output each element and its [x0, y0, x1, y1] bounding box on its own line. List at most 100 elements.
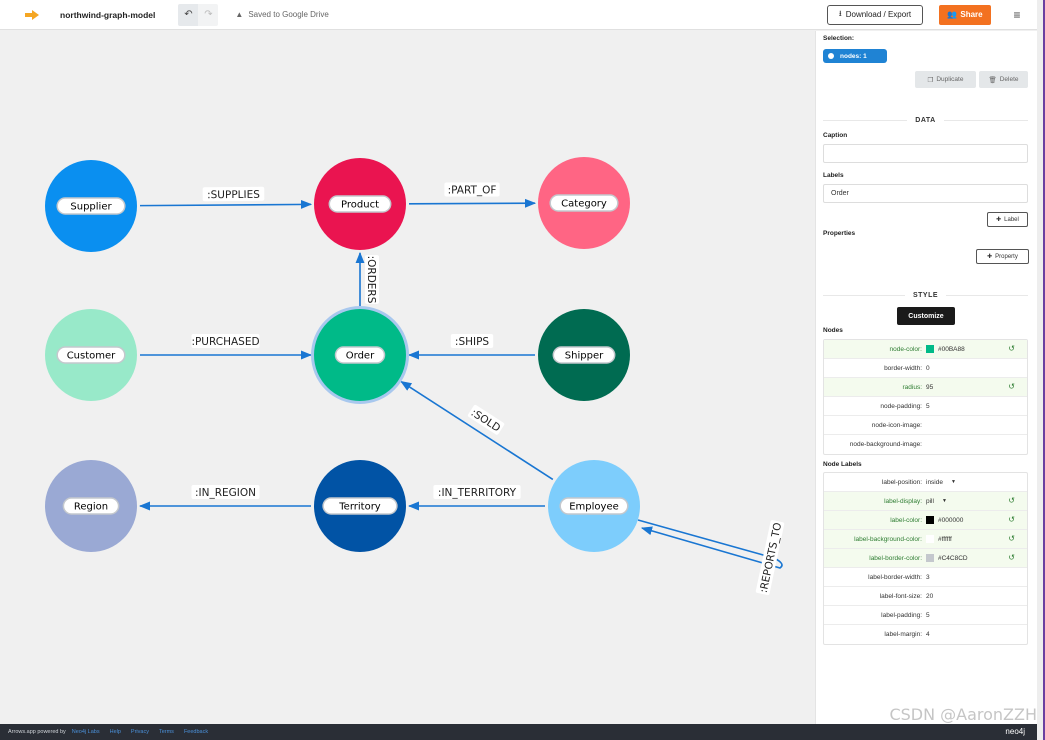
label-style-row[interactable]: label-border-width: 3	[824, 568, 1027, 587]
color-swatch[interactable]	[926, 535, 934, 543]
page-scrollbar[interactable]	[1037, 0, 1045, 740]
label-style-value[interactable]: pill ▼	[926, 498, 947, 505]
relationship-supplies-label[interactable]: :SUPPLIES	[202, 186, 265, 202]
delete-button[interactable]: 🗑 Delete	[979, 71, 1028, 88]
node-order[interactable]: Order	[311, 306, 409, 404]
color-swatch[interactable]	[926, 345, 934, 353]
reset-icon[interactable]: ↺	[1008, 534, 1015, 543]
node-product[interactable]: Product	[314, 158, 406, 250]
label-style-value[interactable]: #C4C8CD	[926, 554, 968, 562]
node-label-text: Region	[74, 502, 108, 513]
duplicate-icon: ❐	[927, 76, 934, 84]
caption-label: Caption	[823, 132, 848, 139]
help-link[interactable]: Help	[110, 729, 121, 735]
relationship-purchased-label[interactable]: :PURCHASED	[191, 334, 260, 348]
node-style-value[interactable]: 0	[926, 365, 930, 372]
node-style-row[interactable]: node-icon-image:	[824, 416, 1027, 435]
graph-canvas[interactable]: :SUPPLIES :PART_OF :ORDERS :PURCHASED :SHIPS…	[0, 31, 815, 724]
node-shipper[interactable]: Shipper	[538, 309, 630, 401]
privacy-link[interactable]: Privacy	[131, 729, 149, 735]
duplicate-button[interactable]: ❐ Duplicate	[915, 71, 976, 88]
node-customer[interactable]: Customer	[45, 309, 137, 401]
label-style-row[interactable]: label-font-size: 20	[824, 587, 1027, 606]
terms-link[interactable]: Terms	[159, 729, 174, 735]
relationship-ships-label[interactable]: :SHIPS	[450, 334, 494, 348]
relationship-in-region-label[interactable]: :IN_REGION	[191, 485, 260, 499]
add-label-button[interactable]: ✚ Label	[987, 212, 1028, 227]
add-property-button[interactable]: ✚ Property	[976, 249, 1029, 264]
node-label-text: Order	[346, 351, 375, 362]
node-style-value[interactable]: #00BA88	[926, 345, 965, 353]
node-style-row[interactable]: node-background-image:	[824, 435, 1027, 454]
node-territory[interactable]: Territory	[314, 460, 406, 552]
label-style-row[interactable]: label-color: #000000 ↺	[824, 511, 1027, 530]
label-style-value[interactable]: 4	[926, 631, 930, 638]
color-swatch[interactable]	[926, 554, 934, 562]
label-style-value[interactable]: 20	[926, 593, 933, 600]
label-style-key: label-font-size:	[879, 592, 922, 600]
reset-icon[interactable]: ↺	[1008, 344, 1015, 353]
reset-icon[interactable]: ↺	[1008, 496, 1015, 505]
node-region[interactable]: Region	[45, 460, 137, 552]
reset-icon[interactable]: ↺	[1008, 382, 1015, 391]
reset-icon[interactable]: ↺	[1008, 515, 1015, 524]
label-style-key: label-position:	[881, 478, 922, 486]
label-style-value-text: #ffffff	[938, 535, 952, 543]
relationship-type-text: :ORDERS	[365, 256, 377, 304]
selection-pill[interactable]: nodes: 1	[823, 49, 887, 63]
reset-icon[interactable]: ↺	[1008, 553, 1015, 562]
download-export-label: Download / Export	[845, 10, 912, 19]
neo4j-labs-link[interactable]: Neo4j Labs	[72, 729, 100, 735]
share-button[interactable]: 👥 Share	[939, 4, 991, 25]
node-style-row[interactable]: node-color: #00BA88 ↺	[824, 340, 1027, 359]
node-style-value[interactable]: 95	[926, 384, 933, 391]
graph-svg[interactable]: :SUPPLIES :PART_OF :ORDERS :PURCHASED :SHIPS…	[0, 0, 815, 724]
download-icon: ⭳	[838, 8, 842, 18]
label-style-value[interactable]: #000000	[926, 516, 963, 524]
label-style-value[interactable]: #ffffff	[926, 535, 952, 543]
node-style-row[interactable]: node-padding: 5	[824, 397, 1027, 416]
label-style-row[interactable]: label-background-color: #ffffff ↺	[824, 530, 1027, 549]
label-style-row[interactable]: label-border-color: #C4C8CD ↺	[824, 549, 1027, 568]
relationship-reports-to[interactable]	[637, 519, 783, 569]
relationship-orders-label[interactable]: :ORDERS	[365, 255, 379, 304]
node-supplier[interactable]: Supplier	[45, 160, 137, 252]
node-style-value-text: 95	[926, 383, 934, 391]
relationship-sold-label[interactable]: :SOLD	[467, 404, 505, 435]
node-employee[interactable]: Employee	[548, 460, 640, 552]
label-style-value[interactable]: inside ▼	[926, 479, 956, 486]
add-property-text: Property	[995, 253, 1018, 260]
caption-input[interactable]	[823, 144, 1028, 163]
caret-down-icon[interactable]: ▼	[951, 479, 956, 485]
node-style-key: node-color:	[889, 345, 922, 353]
inspector-panel: Selection: nodes: 1 ❐ Duplicate 🗑 Delete…	[815, 31, 1037, 724]
label-style-value[interactable]: 5	[926, 612, 930, 619]
relationship-sold[interactable]	[400, 380, 554, 481]
download-export-button[interactable]: ⭳ Download / Export	[827, 4, 923, 25]
node-style-row[interactable]: radius: 95 ↺	[824, 378, 1027, 397]
node-category[interactable]: Category	[538, 157, 630, 249]
node-label-text: Category	[561, 199, 607, 210]
hamburger-menu-icon[interactable]: ≡	[1009, 8, 1025, 22]
label-style-row[interactable]: label-margin: 4	[824, 625, 1027, 644]
label-style-value[interactable]: 3	[926, 574, 930, 581]
node-style-row[interactable]: border-width: 0	[824, 359, 1027, 378]
relationship-part-of-label[interactable]: :PART_OF	[444, 182, 500, 197]
label-style-row[interactable]: label-padding: 5	[824, 606, 1027, 625]
feedback-link[interactable]: Feedback	[184, 729, 208, 735]
label-style-row[interactable]: label-display: pill ▼ ↺	[824, 492, 1027, 511]
color-swatch[interactable]	[926, 516, 934, 524]
labels-label: Labels	[823, 172, 844, 179]
relationship-in-territory-label[interactable]: :IN_TERRITORY	[433, 485, 521, 499]
label-style-row[interactable]: label-position: inside ▼	[824, 473, 1027, 492]
relationship-part-of[interactable]	[408, 198, 537, 208]
label-style-value-text: pill	[926, 497, 934, 505]
caret-down-icon[interactable]: ▼	[942, 498, 947, 504]
relationship-reports-to-label[interactable]: :REPORTS_TO	[755, 520, 784, 596]
relationship-supplies[interactable]	[139, 199, 313, 209]
label-style-key: label-color:	[890, 516, 922, 524]
label-style-value-text: #C4C8CD	[938, 554, 968, 562]
labels-input[interactable]: Order	[823, 184, 1028, 203]
node-style-value[interactable]: 5	[926, 403, 930, 410]
customize-button[interactable]: Customize	[897, 307, 955, 325]
